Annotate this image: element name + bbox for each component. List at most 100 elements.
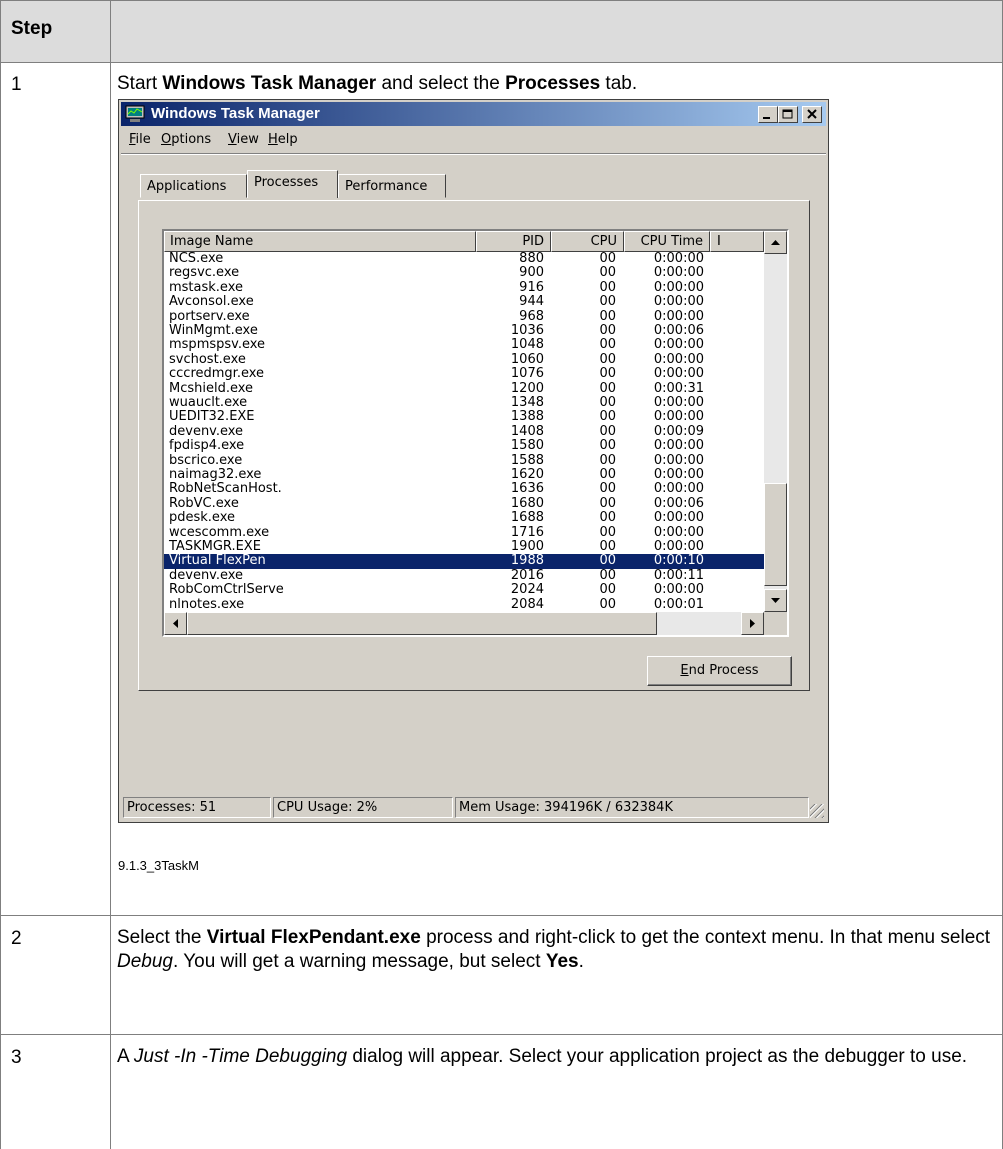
column-cpu-time[interactable]: CPU Time [624,231,710,252]
process-time: 0:00:00 [653,366,704,382]
process-pid: 1636 [510,481,544,497]
process-time: 0:00:00 [653,438,704,454]
step-3-text: A Just -In -Time Debugging dialog will a… [117,1046,968,1067]
process-pid: 1688 [510,510,544,526]
menu-file[interactable]: File [129,132,151,147]
arrow-down-icon [771,598,780,603]
horizontal-scroll-thumb[interactable] [187,612,657,635]
process-time: 0:00:11 [653,567,704,583]
menu-help[interactable]: Help [268,132,298,147]
process-name: RobVC.exe [169,495,239,511]
step-2-text: Select the Virtual FlexPendant.exe proce… [117,927,991,972]
process-pid: 1348 [510,395,544,410]
column-cpu[interactable]: CPU [551,231,624,252]
process-cpu: 00 [599,567,616,583]
process-pid: 944 [519,294,544,310]
vertical-scroll-thumb[interactable] [764,483,787,586]
scroll-right-button[interactable] [741,612,764,635]
process-pid: 1900 [510,539,544,554]
step-1-text: Start Windows Task Manager and select th… [117,73,638,94]
process-time: 0:00:00 [653,510,704,526]
tab-applications[interactable]: Applications [140,174,247,198]
status-bar: Processes: 51 CPU Usage: 2% Mem Usage: 3… [121,795,826,820]
step-number-1: 1 [11,74,22,95]
process-cpu: 00 [599,596,616,612]
process-name: Mcshield.exe [169,380,254,396]
process-cpu: 00 [599,409,616,425]
menu-options[interactable]: Options [161,132,211,147]
process-cpu: 00 [599,524,616,540]
scroll-down-button[interactable] [764,589,787,612]
process-pid: 1076 [510,366,544,382]
process-pid: 1036 [510,323,544,338]
resize-grip-icon[interactable] [810,804,824,818]
table-row[interactable]: nlnotes.exe 2084 00 0:00:01 [164,596,764,613]
process-time: 0:00:00 [653,251,704,266]
process-cpu: 00 [599,553,616,569]
process-cpu: 00 [599,395,616,410]
process-pid: 1620 [510,467,544,482]
process-cpu: 00 [599,539,616,554]
row-divider [1,1034,1002,1035]
tab-processes[interactable]: Processes [247,170,338,198]
process-cpu: 00 [599,510,616,526]
process-name: RobNetScanHost. [169,481,282,497]
process-cpu: 00 [599,251,616,266]
process-time: 0:00:09 [653,423,704,439]
process-name: WinMgmt.exe [169,323,258,338]
column-pid[interactable]: PID [476,231,551,252]
end-process-button[interactable]: End Process [647,656,792,686]
process-name: RobComCtrlServe [169,582,284,598]
tab-performance[interactable]: Performance [338,174,446,198]
status-mem-usage: Mem Usage: 394196K / 632384K [455,797,809,818]
process-cpu: 00 [599,323,616,338]
process-name: portserv.exe [169,308,250,324]
close-icon [807,109,817,119]
process-name: TASKMGR.EXE [169,539,261,554]
minimize-button[interactable] [758,106,778,123]
process-pid: 1716 [510,524,544,540]
horizontal-scrollbar[interactable] [164,612,764,635]
column-image-name[interactable]: Image Name [164,231,476,252]
process-time: 0:00:00 [653,524,704,540]
task-manager-window: Windows Task Manager File Options View H… [118,99,829,823]
process-pid: 1408 [510,423,544,439]
scroll-left-button[interactable] [164,612,187,635]
window-title: Windows Task Manager [151,105,320,122]
process-cpu: 00 [599,366,616,382]
scroll-up-button[interactable] [764,231,787,254]
process-name: naimag32.exe [169,467,262,482]
process-name: wuauclt.exe [169,395,248,410]
process-list[interactable]: Image Name PID CPU CPU Time I NCS.exe 880… [162,229,789,637]
process-pid: 2016 [510,567,544,583]
process-time: 0:00:00 [653,467,704,482]
figure-caption: 9.1.3_3TaskM [118,858,199,873]
process-pid: 900 [519,265,544,281]
process-name: wcescomm.exe [169,524,270,540]
process-name: Avconsol.exe [169,294,254,310]
minimize-icon [763,117,770,119]
title-bar[interactable]: Windows Task Manager [121,102,826,126]
row-divider [1,915,1002,916]
process-time: 0:00:00 [653,279,704,295]
column-truncated[interactable]: I [710,231,764,252]
process-cpu: 00 [599,337,616,353]
menu-view[interactable]: View [228,132,259,147]
process-cpu: 00 [599,452,616,468]
process-pid: 1200 [510,380,544,396]
process-cpu: 00 [599,308,616,324]
process-time: 0:00:00 [653,395,704,410]
process-time: 0:00:00 [653,308,704,324]
vertical-scrollbar[interactable] [764,231,787,612]
arrow-up-icon [771,240,780,245]
process-name: fpdisp4.exe [169,438,245,454]
process-name: bscrico.exe [169,452,243,468]
process-time: 0:00:31 [653,380,704,396]
process-cpu: 00 [599,265,616,281]
process-time: 0:00:10 [653,553,704,569]
close-button[interactable] [802,106,822,123]
process-pid: 2084 [510,596,544,612]
maximize-button[interactable] [778,106,798,123]
process-cpu: 00 [599,294,616,310]
process-name: NCS.exe [169,251,224,266]
